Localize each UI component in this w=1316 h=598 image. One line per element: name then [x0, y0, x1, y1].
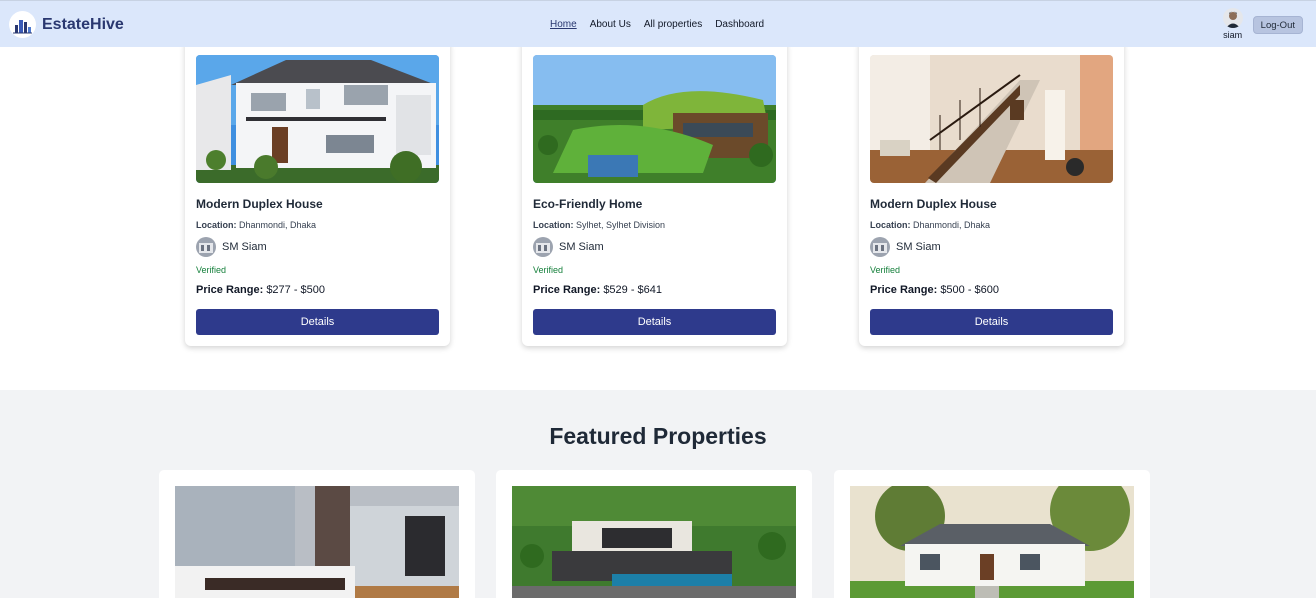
- agent: SM Siam: [533, 237, 604, 257]
- agent-name: SM Siam: [222, 241, 267, 253]
- user-area: siam Log-Out: [1222, 8, 1303, 40]
- price-range: Price Range: $529 - $641: [533, 284, 662, 296]
- featured-section: Featured Properties: [0, 390, 1316, 598]
- price-range: Price Range: $277 - $500: [196, 284, 325, 296]
- nav-links: Home About Us All properties Dashboard: [550, 19, 764, 30]
- property-location: Location: Dhanmondi, Dhaka: [196, 220, 316, 230]
- property-title: Modern Duplex House: [196, 197, 323, 211]
- featured-image: [512, 486, 796, 598]
- property-title: Eco-Friendly Home: [533, 197, 643, 211]
- location-value: Sylhet, Sylhet Division: [576, 220, 666, 230]
- price-label: Price Range:: [196, 284, 264, 296]
- agent-avatar: [196, 237, 216, 257]
- user-avatar[interactable]: [1222, 8, 1243, 28]
- location-label: Location:: [870, 220, 911, 230]
- featured-card[interactable]: [496, 470, 812, 598]
- property-card: Modern Duplex House Location: Dhanmondi,…: [859, 39, 1124, 346]
- featured-image: [175, 486, 459, 598]
- agent-avatar: [533, 237, 553, 257]
- featured-card[interactable]: [834, 470, 1150, 598]
- property-image: [870, 55, 1113, 183]
- agent-name: SM Siam: [896, 241, 941, 253]
- verified-status: Verified: [533, 265, 564, 275]
- details-button[interactable]: Details: [533, 309, 776, 335]
- agent: SM Siam: [870, 237, 941, 257]
- featured-title: Featured Properties: [549, 423, 767, 449]
- agent-avatar: [870, 237, 890, 257]
- location-value: Dhanmondi, Dhaka: [239, 220, 317, 230]
- property-location: Location: Dhanmondi, Dhaka: [870, 220, 990, 230]
- featured-card[interactable]: [159, 470, 475, 598]
- brand-name: EstateHive: [42, 15, 124, 33]
- property-image: [196, 55, 439, 183]
- featured-image: [850, 486, 1134, 598]
- property-card: Eco-Friendly Home Location: Sylhet, Sylh…: [522, 39, 787, 346]
- price-label: Price Range:: [533, 284, 601, 296]
- logo-icon: [9, 11, 36, 38]
- property-location: Location: Sylhet, Sylhet Division: [533, 220, 665, 230]
- property-image: [533, 55, 776, 183]
- details-button[interactable]: Details: [870, 309, 1113, 335]
- price-label: Price Range:: [870, 284, 938, 296]
- location-label: Location:: [196, 220, 237, 230]
- brand[interactable]: EstateHive: [9, 11, 124, 38]
- nav-about-us[interactable]: About Us: [590, 19, 631, 30]
- price-value: $500 - $600: [940, 284, 1000, 296]
- nav-home[interactable]: Home: [550, 19, 577, 30]
- property-title: Modern Duplex House: [870, 197, 997, 211]
- property-card: Modern Duplex House Location: Dhanmondi,…: [185, 39, 450, 346]
- verified-status: Verified: [870, 265, 901, 275]
- nav-all-properties[interactable]: All properties: [644, 19, 702, 30]
- agent-name: SM Siam: [559, 241, 604, 253]
- verified-status: Verified: [196, 265, 227, 275]
- user-name: siam: [1223, 30, 1243, 40]
- navbar: EstateHive Home About Us All properties …: [0, 0, 1316, 47]
- price-value: $529 - $641: [603, 284, 663, 296]
- details-button[interactable]: Details: [196, 309, 439, 335]
- price-range: Price Range: $500 - $600: [870, 284, 999, 296]
- logout-button[interactable]: Log-Out: [1252, 16, 1303, 34]
- price-value: $277 - $500: [266, 284, 326, 296]
- nav-dashboard[interactable]: Dashboard: [715, 19, 764, 30]
- agent: SM Siam: [196, 237, 267, 257]
- location-label: Location:: [533, 220, 574, 230]
- user-block[interactable]: siam: [1222, 8, 1243, 40]
- location-value: Dhanmondi, Dhaka: [913, 220, 991, 230]
